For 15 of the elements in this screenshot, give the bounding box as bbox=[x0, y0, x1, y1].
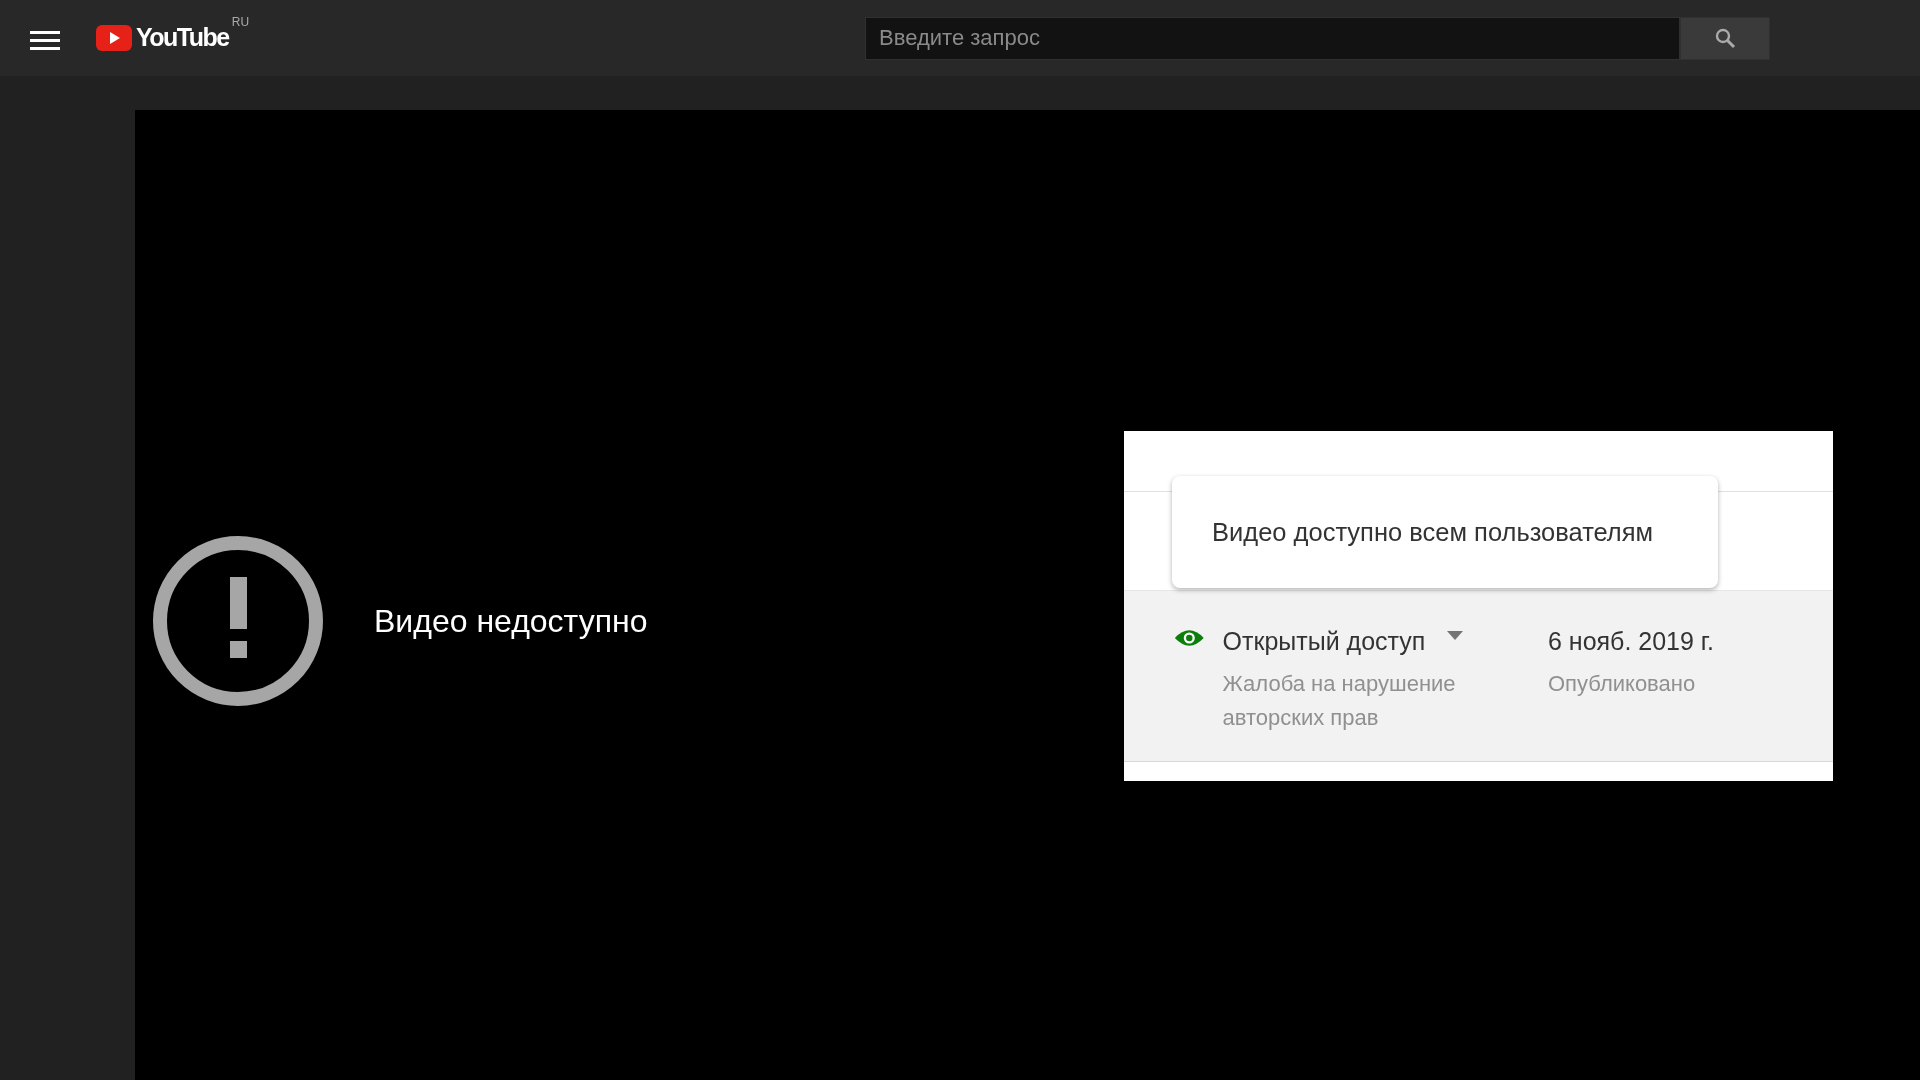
publish-status: Опубликовано bbox=[1548, 669, 1697, 698]
tooltip: Видео доступно всем пользователям bbox=[1172, 476, 1718, 588]
restriction-note: Жалоба на нарушение авторских прав bbox=[1222, 669, 1457, 732]
error-message: Видео недоступно bbox=[374, 602, 648, 641]
search-icon bbox=[1714, 27, 1737, 49]
logo-wordmark: YouTube bbox=[136, 22, 229, 54]
play-logo-icon bbox=[96, 25, 132, 51]
publish-date: 6 нояб. 2019 г. bbox=[1548, 626, 1715, 657]
dropdown-caret-icon[interactable] bbox=[1447, 631, 1464, 640]
search-button[interactable] bbox=[1680, 16, 1771, 60]
search-field[interactable]: Введите запрос bbox=[865, 16, 1681, 60]
visibility-label: Открытый доступ bbox=[1222, 626, 1426, 657]
region-label: RU bbox=[231, 14, 250, 32]
warning-icon bbox=[152, 535, 324, 707]
eye-icon bbox=[1174, 627, 1205, 649]
